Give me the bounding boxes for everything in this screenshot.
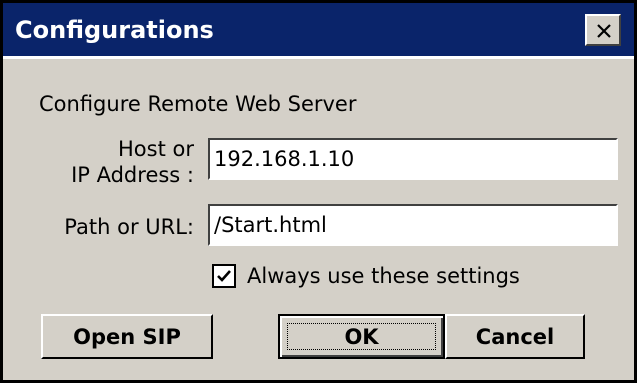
always-use-label: Always use these settings <box>247 264 520 288</box>
cancel-button[interactable]: Cancel <box>445 314 585 359</box>
host-label-line1: Host or <box>118 137 194 161</box>
configurations-dialog: Configurations Configure Remote Web Serv… <box>0 0 637 383</box>
host-label-line2: IP Address : <box>71 163 194 187</box>
close-button[interactable] <box>585 14 621 46</box>
path-input[interactable] <box>208 204 618 246</box>
title-bar: Configurations <box>3 3 634 59</box>
path-label: Path or URL: <box>64 215 194 239</box>
always-use-checkbox[interactable] <box>212 264 236 288</box>
section-heading: Configure Remote Web Server <box>39 92 357 116</box>
checkmark-icon <box>217 270 231 282</box>
host-label: Host or IP Address : <box>53 136 194 188</box>
dialog-title: Configurations <box>15 16 214 44</box>
host-input[interactable] <box>208 138 618 180</box>
cancel-label: Cancel <box>475 324 555 349</box>
ok-button[interactable]: OK <box>278 314 445 359</box>
close-icon <box>597 24 611 38</box>
open-sip-label: Open SIP <box>73 324 181 349</box>
focus-indicator <box>287 323 436 350</box>
open-sip-button[interactable]: Open SIP <box>41 314 213 359</box>
